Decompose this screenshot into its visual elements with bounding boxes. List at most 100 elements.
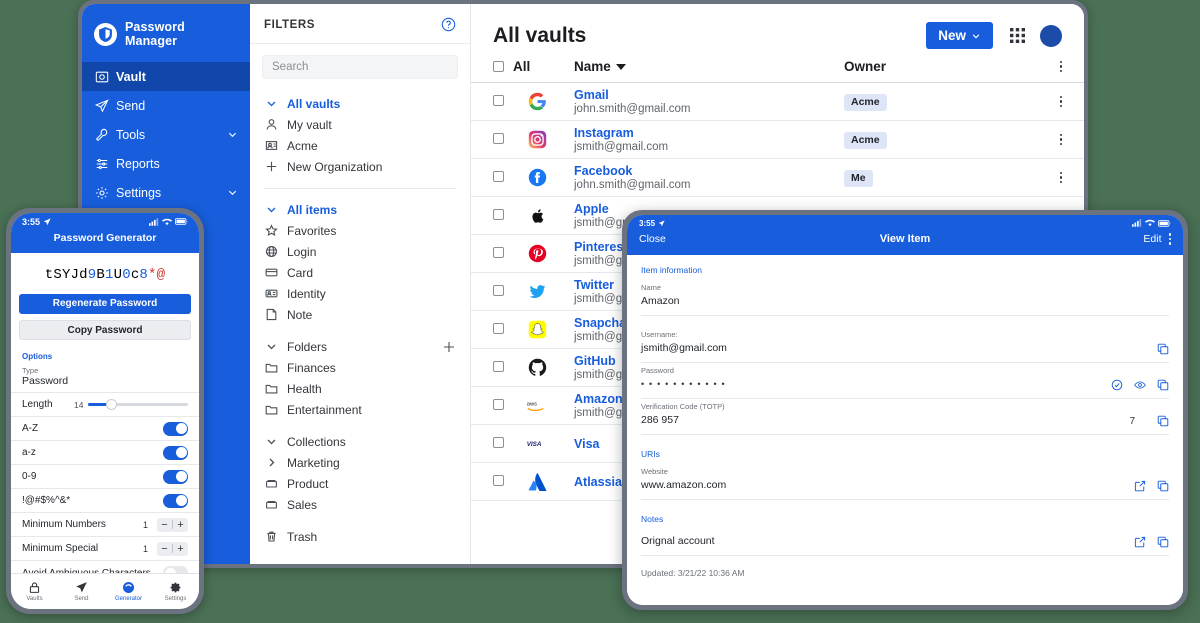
generator-icon [122,581,135,594]
filter-all-vaults[interactable]: All vaults [262,93,458,114]
column-header-name[interactable]: Name [574,59,844,74]
column-header-options[interactable] [1040,60,1062,73]
avoid-ambiguous-switch[interactable] [163,566,188,573]
field-totp[interactable]: Verification Code (TOTP) 286 957 7 [641,399,1169,435]
filter-entertainment[interactable]: Entertainment [262,399,458,420]
filter-identity[interactable]: Identity [262,283,458,304]
field-password[interactable]: Password • • • • • • • • • • • [641,363,1169,399]
sidebar-item-settings[interactable]: Settings [82,178,250,207]
sidebar-item-vault[interactable]: Vault [82,62,250,91]
plus-icon[interactable] [442,340,456,354]
eye-icon[interactable] [1134,379,1146,391]
filter-my-vault[interactable]: My vault [262,114,458,135]
row-kebab-menu-icon[interactable] [1059,133,1062,146]
apps-grid-icon[interactable] [1009,27,1026,44]
copy-icon[interactable] [1157,379,1169,391]
row-checkbox[interactable] [493,284,504,296]
item-name[interactable]: Instagram [574,126,668,140]
edit-button[interactable]: Edit [1143,233,1161,245]
new-button[interactable]: New [926,22,993,49]
field-notes[interactable]: Orignal account [641,529,1169,556]
reports-icon [94,156,109,171]
kebab-menu-icon[interactable] [1168,233,1171,245]
minus-icon[interactable]: − [157,543,172,555]
tab-settings[interactable]: Settings [152,574,199,609]
row-kebab-menu-icon[interactable] [1059,95,1062,108]
copy-icon[interactable] [1157,536,1169,548]
item-name[interactable]: Facebook [574,164,691,178]
sidebar-item-tools[interactable]: Tools [82,120,250,149]
trash-icon [264,530,279,543]
search-input[interactable] [262,55,458,79]
length-slider[interactable]: 14 [74,399,188,411]
minimum-numbers-stepper[interactable]: − + [157,517,188,532]
item-name[interactable]: Gmail [574,88,691,102]
launch-icon[interactable] [1134,536,1146,548]
field-website[interactable]: Website www.amazon.com [641,464,1169,500]
avatar[interactable] [1040,24,1062,47]
owner-badge: Acme [844,131,887,149]
sidebar-item-send[interactable]: Send [82,91,250,120]
copy-icon[interactable] [1157,343,1169,355]
tab-generator[interactable]: Generator [105,574,152,609]
table-row[interactable]: Facebook john.smith@gmail.com Me [471,159,1084,197]
filter-sales[interactable]: Sales [262,494,458,515]
copy-icon[interactable] [1157,480,1169,492]
check-circle-icon[interactable] [1111,379,1123,391]
tab-vaults[interactable]: Vaults [11,574,58,609]
filter-marketing[interactable]: Marketing [262,452,458,473]
copy-icon[interactable] [1157,415,1169,427]
kebab-menu-icon[interactable] [1059,60,1062,73]
select-all-label: All [513,59,531,74]
slider-knob[interactable] [106,399,118,411]
filter-health[interactable]: Health [262,378,458,399]
filter-new-organization[interactable]: New Organization [262,156,458,177]
slider-track[interactable] [88,399,188,411]
filter-login[interactable]: Login [262,241,458,262]
sidebar-item-reports[interactable]: Reports [82,149,250,178]
filter-product[interactable]: Product [262,473,458,494]
row-checkbox[interactable] [493,246,504,258]
row-checkbox[interactable] [493,322,504,334]
select-all-checkbox[interactable] [493,61,504,72]
chevron-down-icon [264,435,279,448]
filter-card[interactable]: Card [262,262,458,283]
filter-acme[interactable]: Acme [262,135,458,156]
filter-collections[interactable]: Collections [262,431,458,452]
row-checkbox[interactable] [493,132,504,144]
row-checkbox[interactable] [493,436,504,448]
field-name[interactable]: Name Amazon [641,280,1169,316]
item-name[interactable]: Visa [574,437,600,451]
table-row[interactable]: Instagram jsmith@gmail.com Acme [471,121,1084,159]
toggle-numbers-switch[interactable] [163,469,188,484]
toggle-special-switch[interactable] [163,493,188,508]
plus-icon[interactable]: + [173,543,188,555]
close-button[interactable]: Close [639,233,715,245]
type-field[interactable]: Type Password [11,363,199,393]
row-checkbox[interactable] [493,208,504,220]
minimum-special-stepper[interactable]: − + [157,541,188,556]
launch-icon[interactable] [1134,480,1146,492]
table-row[interactable]: Gmail john.smith@gmail.com Acme [471,83,1084,121]
tab-send[interactable]: Send [58,574,105,609]
filter-note[interactable]: Note [262,304,458,325]
copy-password-button[interactable]: Copy Password [19,320,191,340]
field-username[interactable]: Username: jsmith@gmail.com [641,327,1169,363]
row-checkbox[interactable] [493,94,504,106]
plus-icon[interactable]: + [173,519,188,531]
minus-icon[interactable]: − [157,519,172,531]
filter-trash[interactable]: Trash [262,526,458,547]
row-checkbox[interactable] [493,474,504,486]
filter-finances[interactable]: Finances [262,357,458,378]
regenerate-password-button[interactable]: Regenerate Password [19,294,191,314]
filter-favorites[interactable]: Favorites [262,220,458,241]
toggle-lowercase-switch[interactable] [163,445,188,460]
filter-all-items[interactable]: All items [262,199,458,220]
row-checkbox[interactable] [493,398,504,410]
toggle-uppercase-switch[interactable] [163,421,188,436]
filter-folders[interactable]: Folders [262,336,458,357]
row-checkbox[interactable] [493,170,504,182]
row-kebab-menu-icon[interactable] [1059,171,1062,184]
question-circle-icon[interactable] [441,17,456,32]
row-checkbox[interactable] [493,360,504,372]
